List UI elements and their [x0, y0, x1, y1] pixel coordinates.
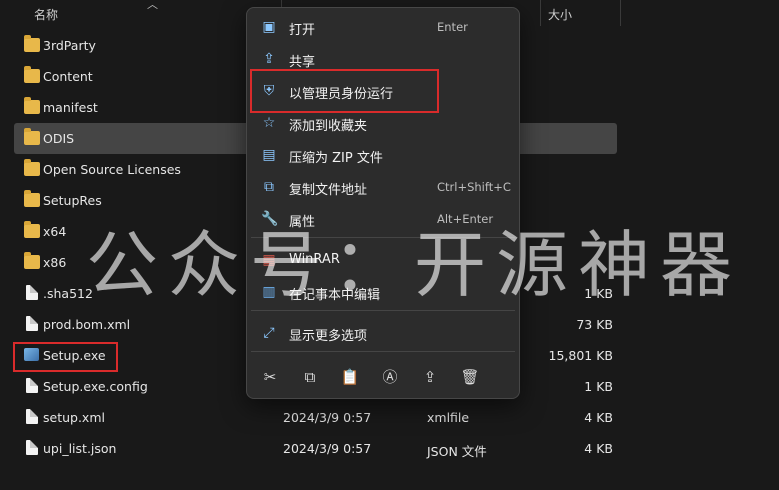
file-name: setup.xml	[43, 410, 105, 425]
folder-icon	[24, 97, 40, 114]
menu-item-shortcut: Alt+Enter	[437, 212, 494, 226]
menu-item-open[interactable]: ▣ 打开 Enter	[251, 12, 515, 42]
sort-up-icon: ︿	[147, 0, 158, 11]
share-icon: ⇪	[263, 51, 275, 67]
file-size: 4 KB	[584, 410, 613, 425]
menu-item-label: 共享	[289, 55, 316, 70]
folder-icon	[24, 35, 40, 52]
menu-item-label: 在记事本中编辑	[289, 288, 381, 303]
menu-item-label: 显示更多选项	[289, 329, 368, 344]
menu-separator	[251, 310, 515, 311]
file-size: 4 KB	[584, 441, 613, 456]
file-name: Setup.exe.config	[43, 379, 148, 394]
menu-item-label: 属性	[289, 215, 316, 230]
copy-icon: ⧉	[304, 368, 316, 386]
file-type: xmlfile	[427, 410, 470, 425]
file-icon	[26, 409, 38, 424]
menu-separator	[251, 237, 515, 238]
name-column-header[interactable]: 名称	[34, 6, 58, 23]
menu-item-winrar[interactable]: ▦ WinRAR	[251, 245, 515, 275]
column-divider[interactable]	[540, 0, 541, 26]
file-name: .sha512	[43, 286, 93, 301]
file-row[interactable]: setup.xml 2024/3/9 0:57 xmlfile 4 KB	[14, 402, 617, 433]
share-icon: ⇪	[423, 368, 437, 386]
menu-item-shortcut: Enter	[437, 20, 468, 34]
rename-icon: Ⓐ	[382, 368, 398, 386]
menu-item-label: 打开	[289, 23, 316, 38]
more-options-icon: ⤢	[263, 325, 275, 341]
cut-button[interactable]: ✂	[257, 364, 283, 390]
folder-icon	[24, 128, 40, 145]
file-icon	[26, 316, 38, 331]
folder-icon	[24, 252, 40, 269]
file-row[interactable]: upi_list.json 2024/3/9 0:57 JSON 文件 4 KB	[14, 433, 617, 464]
file-name: manifest	[43, 100, 98, 115]
menu-item-label: 复制文件地址	[289, 183, 368, 198]
file-size: 1 KB	[584, 379, 613, 394]
trash-icon: 🗑	[460, 368, 480, 386]
column-divider[interactable]	[620, 0, 621, 26]
menu-item-label: WinRAR	[289, 252, 340, 267]
file-name: ODIS	[43, 131, 75, 146]
file-name: x86	[43, 255, 67, 270]
paste-icon: 📋	[340, 368, 360, 386]
file-name: SetupRes	[43, 193, 102, 208]
paste-button[interactable]: 📋	[337, 364, 363, 390]
file-name: prod.bom.xml	[43, 317, 131, 332]
setup-exe-highlight	[13, 342, 118, 372]
menu-item-label: 添加到收藏夹	[289, 119, 368, 134]
menu-item-copy-path[interactable]: ⧉ 复制文件地址 Ctrl+Shift+C	[251, 172, 515, 202]
file-icon	[26, 285, 38, 300]
folder-icon	[24, 159, 40, 176]
menu-separator	[251, 351, 515, 352]
open-icon: ▣	[262, 19, 276, 35]
notepad-icon: ▥	[262, 284, 276, 300]
file-icon	[26, 440, 38, 455]
size-column-header[interactable]: 大小	[548, 6, 572, 23]
file-name: upi_list.json	[43, 441, 117, 456]
copy-button[interactable]: ⧉	[297, 364, 323, 390]
scissors-icon: ✂	[263, 368, 277, 386]
file-date: 2024/3/9 0:57	[283, 441, 372, 456]
zip-icon: ▤	[262, 147, 276, 163]
menu-item-properties[interactable]: 🔧 属性 Alt+Enter	[251, 204, 515, 234]
rename-button[interactable]: Ⓐ	[377, 364, 403, 390]
file-size: 15,801 KB	[548, 348, 613, 363]
file-name: x64	[43, 224, 67, 239]
run-as-admin-highlight	[250, 69, 439, 113]
star-icon: ☆	[262, 115, 276, 131]
file-date: 2024/3/9 0:57	[283, 410, 372, 425]
winrar-icon: ▦	[262, 252, 276, 268]
file-size: 73 KB	[576, 317, 613, 332]
folder-icon	[24, 190, 40, 207]
folder-icon	[24, 221, 40, 238]
file-type: JSON 文件	[427, 444, 487, 459]
file-size: 1 KB	[584, 286, 613, 301]
file-name: 3rdParty	[43, 38, 96, 53]
share-button[interactable]: ⇪	[417, 364, 443, 390]
file-name: Content	[43, 69, 93, 84]
delete-button[interactable]: 🗑	[457, 364, 483, 390]
menu-item-compress-zip[interactable]: ▤ 压缩为 ZIP 文件	[251, 140, 515, 170]
file-name: Open Source Licenses	[43, 162, 181, 177]
menu-item-more-options[interactable]: ⤢ 显示更多选项	[251, 318, 515, 348]
file-icon	[26, 378, 38, 393]
menu-item-shortcut: Ctrl+Shift+C	[437, 180, 511, 194]
folder-icon	[24, 66, 40, 83]
context-menu: ▣ 打开 Enter ⇪ 共享 ⛨ 以管理员身份运行 ☆ 添加到收藏夹 ▤ 压缩为 ZIP 文件 ⧉ 复…	[246, 7, 520, 399]
menu-item-label: 压缩为 ZIP 文件	[289, 151, 383, 166]
copy-path-icon: ⧉	[264, 179, 274, 195]
menu-item-notepad[interactable]: ▥ 在记事本中编辑	[251, 277, 515, 307]
wrench-icon: 🔧	[261, 211, 279, 227]
